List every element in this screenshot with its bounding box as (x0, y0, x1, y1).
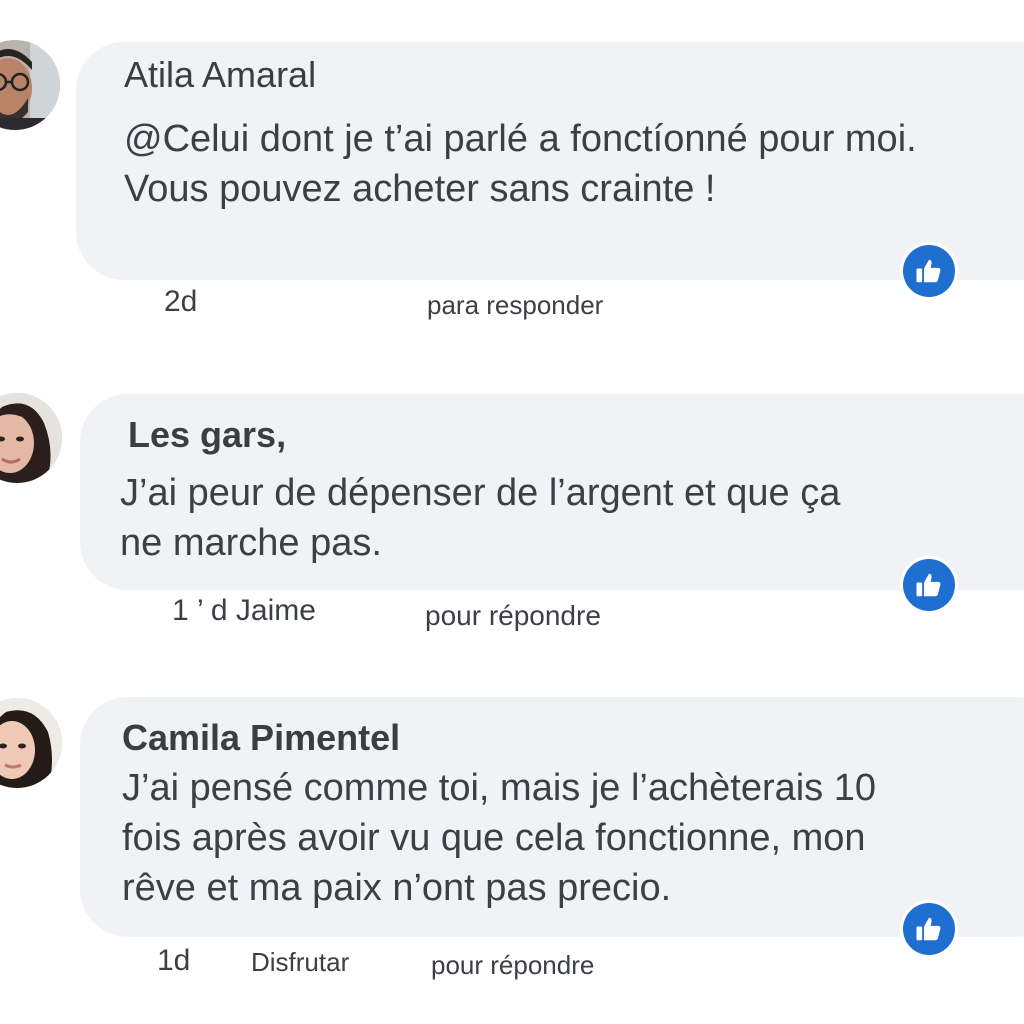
user-avatar[interactable] (0, 393, 62, 483)
user-avatar[interactable] (0, 698, 62, 788)
comment-text: @Celui dont je t’ai parlé a fonctíonné p… (124, 114, 917, 214)
comment-timestamp[interactable]: 2d (164, 285, 197, 319)
comment-text-line: J’ai peur de dépenser de l’argent et que… (120, 472, 841, 514)
man-with-glasses-avatar-icon (0, 40, 60, 130)
comment-author[interactable]: Camila Pimentel (122, 717, 400, 759)
like-reaction-badge[interactable] (903, 903, 955, 955)
comment-text-line: Vous pouvez acheter sans crainte ! (124, 168, 716, 210)
comment-text: J’ai pensé comme toi, mais je l’achètera… (122, 763, 876, 913)
enjoy-link[interactable]: Disfrutar (251, 947, 349, 978)
woman-dark-hair-avatar-icon (0, 698, 62, 788)
reply-link[interactable]: pour répondre (431, 950, 594, 981)
comment-timestamp[interactable]: 1d (157, 944, 190, 978)
user-avatar[interactable] (0, 40, 60, 130)
like-reaction-badge[interactable] (903, 559, 955, 611)
comment-bubble: Atila Amaral @Celui dont je t’ai parlé a… (76, 42, 1024, 280)
thumbs-up-icon (916, 917, 941, 941)
comment-text: J’ai peur de dépenser de l’argent et que… (120, 468, 840, 568)
comment-timestamp[interactable]: 1 ’ d Jaime (172, 594, 316, 628)
comment-text-line: rêve et ma paix n’ont pas precio. (122, 867, 672, 909)
comment-author[interactable]: Atila Amaral (124, 54, 316, 96)
reply-link[interactable]: pour répondre (425, 600, 601, 632)
thumbs-up-icon (916, 573, 941, 597)
comment-text-line: ne marche pas. (120, 522, 382, 564)
comment-bubble: Camila Pimentel J’ai pensé comme toi, ma… (80, 697, 1024, 937)
comment-item: Atila Amaral @Celui dont je t’ai parlé a… (0, 0, 1024, 330)
comment-text-line: @Celui dont je t’ai parlé a fonctíonné p… (124, 118, 917, 160)
like-reaction-badge[interactable] (903, 245, 955, 297)
thumbs-up-icon (916, 259, 941, 283)
comment-author[interactable]: Les gars, (128, 414, 286, 456)
comment-text-line: fois après avoir vu que cela fonctionne,… (122, 817, 866, 859)
comment-bubble: Les gars, J’ai peur de dépenser de l’arg… (80, 394, 1024, 590)
woman-dark-hair-avatar-icon (0, 393, 62, 483)
reply-link[interactable]: para responder (427, 290, 603, 321)
comment-text-line: J’ai pensé comme toi, mais je l’achètera… (122, 767, 877, 809)
